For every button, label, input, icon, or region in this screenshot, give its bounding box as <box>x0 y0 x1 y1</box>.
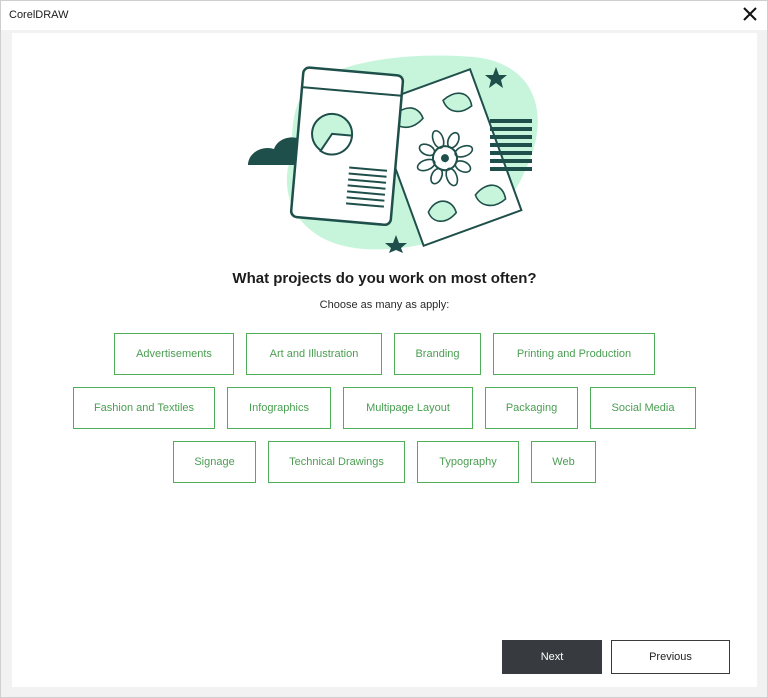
title-bar: CorelDRAW <box>1 1 767 30</box>
option-technical-drawings[interactable]: Technical Drawings <box>268 441 405 483</box>
projects-illustration <box>248 55 538 253</box>
next-button[interactable]: Next <box>502 640 602 674</box>
window-title: CorelDRAW <box>9 9 69 21</box>
close-button[interactable] <box>739 4 761 26</box>
close-icon <box>743 7 757 21</box>
option-multipage-layout[interactable]: Multipage Layout <box>343 387 473 429</box>
previous-button[interactable]: Previous <box>611 640 730 674</box>
option-advertisements[interactable]: Advertisements <box>114 333 234 375</box>
option-web[interactable]: Web <box>531 441 596 483</box>
option-fashion-and-textiles[interactable]: Fashion and Textiles <box>73 387 215 429</box>
onboarding-panel: What projects do you work on most often?… <box>12 33 757 687</box>
page-heading: What projects do you work on most often? <box>232 270 537 287</box>
option-branding[interactable]: Branding <box>394 333 481 375</box>
app-window: CorelDRAW What projects do you work on m… <box>0 0 768 698</box>
option-printing-and-production[interactable]: Printing and Production <box>493 333 655 375</box>
option-typography[interactable]: Typography <box>417 441 519 483</box>
page-subheading: Choose as many as apply: <box>319 299 450 311</box>
option-art-and-illustration[interactable]: Art and Illustration <box>246 333 382 375</box>
option-signage[interactable]: Signage <box>173 441 256 483</box>
option-packaging[interactable]: Packaging <box>485 387 578 429</box>
option-infographics[interactable]: Infographics <box>227 387 331 429</box>
option-social-media[interactable]: Social Media <box>590 387 696 429</box>
